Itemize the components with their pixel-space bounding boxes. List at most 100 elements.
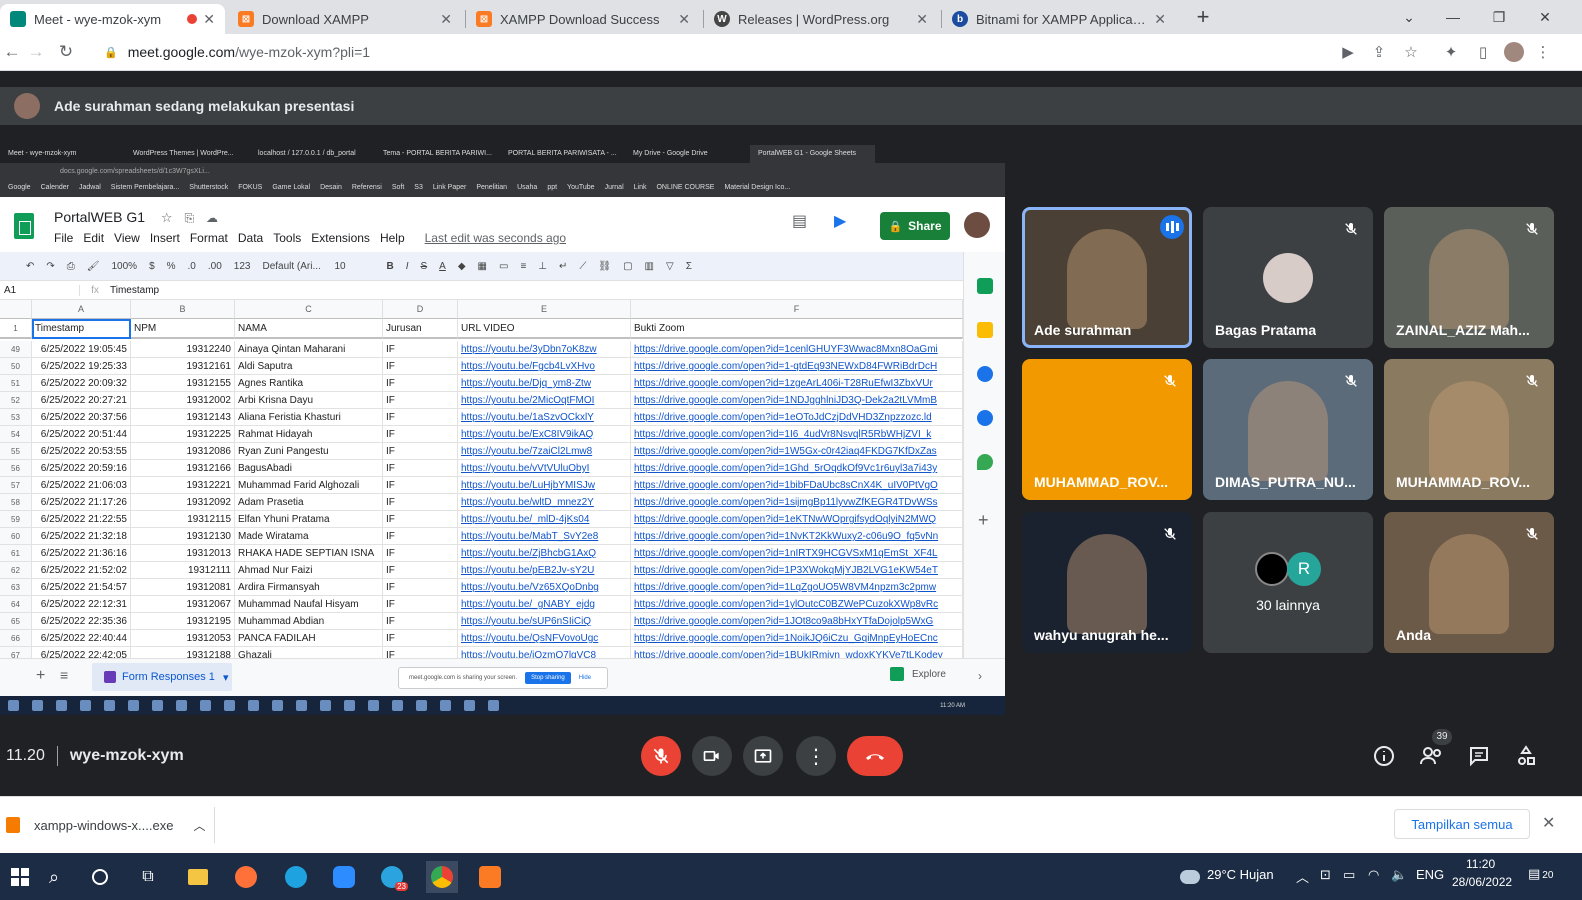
close-icon[interactable]: ✕: [440, 11, 452, 28]
close-icon[interactable]: ✕: [916, 11, 928, 28]
cell-jur: IF: [383, 494, 458, 511]
tab-bitnami[interactable]: b Bitnami for XAMPP Application M ✕: [942, 4, 1176, 34]
cell-jur: IF: [383, 443, 458, 460]
cell-npm: 19312115: [131, 511, 235, 528]
bookmark-item: ppt: [547, 184, 558, 191]
close-icon[interactable]: ✕: [1154, 11, 1166, 28]
window-close-button[interactable]: ✕: [1522, 0, 1568, 34]
activities-button[interactable]: [1512, 742, 1540, 770]
present-now-button[interactable]: [743, 736, 783, 776]
chat-button[interactable]: [1465, 742, 1493, 770]
camera-toggle-button[interactable]: [692, 736, 732, 776]
task-view-icon[interactable]: ⧉: [132, 861, 164, 893]
cell-npm: 19312195: [131, 613, 235, 630]
windows-start-icon[interactable]: [4, 861, 36, 893]
zoom-app-icon[interactable]: [328, 861, 360, 893]
forward-icon[interactable]: →: [24, 40, 48, 64]
participant-tile[interactable]: Anda: [1384, 512, 1554, 653]
close-download-bar-icon[interactable]: ✕: [1542, 813, 1555, 833]
download-item[interactable]: xampp-windows-x....exe ︿: [0, 807, 215, 843]
header-row: 1 Timestamp NPM NAMA Jurusan URL VIDEO Bukti Z…: [0, 319, 963, 339]
new-tab-button[interactable]: +: [1180, 0, 1226, 34]
participant-tile[interactable]: Bagas Pratama: [1203, 207, 1373, 348]
bookmark-item: Soft: [391, 184, 405, 191]
comment-history-icon: ▤: [792, 213, 808, 230]
reload-icon[interactable]: ↻: [54, 40, 78, 64]
cell-nama: Made Wiratama: [235, 528, 383, 545]
leave-call-button[interactable]: [847, 736, 903, 776]
explore-button: Explore: [890, 667, 946, 681]
participant-tile[interactable]: wahyu anugrah he...: [1022, 512, 1192, 653]
cell-nama: Arbi Krisna Dayu: [235, 392, 383, 409]
url-host: meet.google.com: [127, 44, 236, 60]
clock-date[interactable]: 28/06/2022: [1452, 875, 1512, 889]
meeting-details-button[interactable]: [1370, 742, 1398, 770]
people-button[interactable]: [1418, 742, 1446, 770]
share-page-icon[interactable]: ⇪: [1368, 41, 1390, 63]
clock-time[interactable]: 11:20: [1466, 857, 1495, 871]
camera-in-use-icon[interactable]: ▶: [1337, 41, 1359, 63]
cell-ts: 6/25/2022 22:35:36: [32, 613, 131, 630]
app-icon: [296, 700, 307, 711]
app-icon: [104, 700, 115, 711]
bookmark-star-icon[interactable]: ☆: [1400, 41, 1422, 63]
participant-tile[interactable]: Ade surahman: [1022, 207, 1192, 348]
xampp-taskbar-icon[interactable]: [474, 861, 506, 893]
back-icon[interactable]: ←: [0, 40, 24, 64]
language-indicator[interactable]: ENG: [1416, 867, 1444, 882]
table-row: 58 6/25/2022 21:17:26 19312092 Adam Praseti…: [0, 494, 963, 511]
participant-tile[interactable]: ZAINAL_AZIZ Mah...: [1384, 207, 1554, 348]
table-row: 51 6/25/2022 20:09:32 19312155 Agnes Rantik…: [0, 375, 963, 392]
search-icon[interactable]: ⌕: [38, 861, 70, 893]
participant-tile[interactable]: MUHAMMAD_ROV...: [1022, 359, 1192, 500]
maximize-button[interactable]: ❐: [1476, 0, 1522, 34]
weather-icon: [1174, 861, 1206, 893]
profile-avatar[interactable]: [1503, 41, 1525, 63]
tab-download-xampp[interactable]: ⊠ Download XAMPP ✕: [228, 4, 462, 34]
mic-toggle-button[interactable]: [641, 736, 681, 776]
tab-xampp-success[interactable]: ⊠ XAMPP Download Success ✕: [466, 4, 700, 34]
url-input[interactable]: 🔒 meet.google.com/wye-mzok-xym?pli=1: [92, 38, 1312, 66]
side-panel-icon[interactable]: ▯: [1472, 41, 1494, 63]
firefox-icon[interactable]: [230, 861, 262, 893]
inner-bookmarks-bar: Google Calender Jadwal Sistem Pembelajara..…: [0, 181, 1005, 197]
notification-icon[interactable]: ▤ 20: [1528, 866, 1553, 882]
cell-url: https://youtu.be/_gNABY_ejdg: [458, 596, 631, 613]
participant-tile[interactable]: MUHAMMAD_ROV...: [1384, 359, 1554, 500]
xampp-icon: ⊠: [238, 11, 254, 27]
cell-url: https://youtu.be/sUP6nSIiCiQ: [458, 613, 631, 630]
cortana-icon[interactable]: [84, 861, 116, 893]
close-icon[interactable]: ✕: [203, 11, 215, 28]
tray-chevron-icon[interactable]: ︿: [1296, 867, 1309, 886]
tab-wordpress-releases[interactable]: W Releases | WordPress.org ✕: [704, 4, 938, 34]
extensions-icon[interactable]: ✦: [1440, 41, 1462, 63]
cell-ts: 6/25/2022 21:06:03: [32, 477, 131, 494]
cell-nama: Elfan Yhuni Pratama: [235, 511, 383, 528]
tab-search-chevron-icon[interactable]: ⌄: [1386, 0, 1432, 34]
edge-icon[interactable]: [280, 861, 312, 893]
minimize-button[interactable]: —: [1430, 0, 1476, 34]
cell-npm: 19312240: [131, 341, 235, 358]
cell-zoom: https://drive.google.com/open?id=1bibFDa…: [631, 477, 963, 494]
close-icon[interactable]: ✕: [678, 11, 690, 28]
file-explorer-icon[interactable]: [182, 861, 214, 893]
participant-tile[interactable]: R 30 lainnya: [1203, 512, 1373, 653]
cell-jur: IF: [383, 579, 458, 596]
last-edit-link: Last edit was seconds ago: [424, 231, 567, 245]
chevron-up-icon[interactable]: ︿: [193, 817, 205, 834]
tab-meet[interactable]: Meet - wye-mzok-xym ✕: [0, 4, 225, 34]
more-options-button[interactable]: ⋮: [796, 736, 836, 776]
chrome-menu-icon[interactable]: ⋮: [1532, 41, 1554, 63]
app-icon: [80, 700, 91, 711]
participant-tile[interactable]: DIMAS_PUTRA_NU...: [1203, 359, 1373, 500]
telegram-icon[interactable]: 23: [376, 861, 408, 893]
chrome-icon[interactable]: [426, 861, 458, 893]
doc-title[interactable]: PortalWEB G1 ☆ ⎘ ☁: [54, 209, 218, 226]
show-all-downloads-button[interactable]: Tampilkan semua: [1394, 809, 1530, 839]
bookmark-item: Usaha: [517, 184, 538, 191]
cell-nama: Ainaya Qintan Maharani: [235, 341, 383, 358]
cell-jur: IF: [383, 528, 458, 545]
table-row: 64 6/25/2022 22:12:31 19312067 Muhammad Nau…: [0, 596, 963, 613]
sheet-tab-label: Form Responses 1: [122, 671, 215, 683]
inner-tab: My Drive - Google Drive: [633, 150, 708, 157]
